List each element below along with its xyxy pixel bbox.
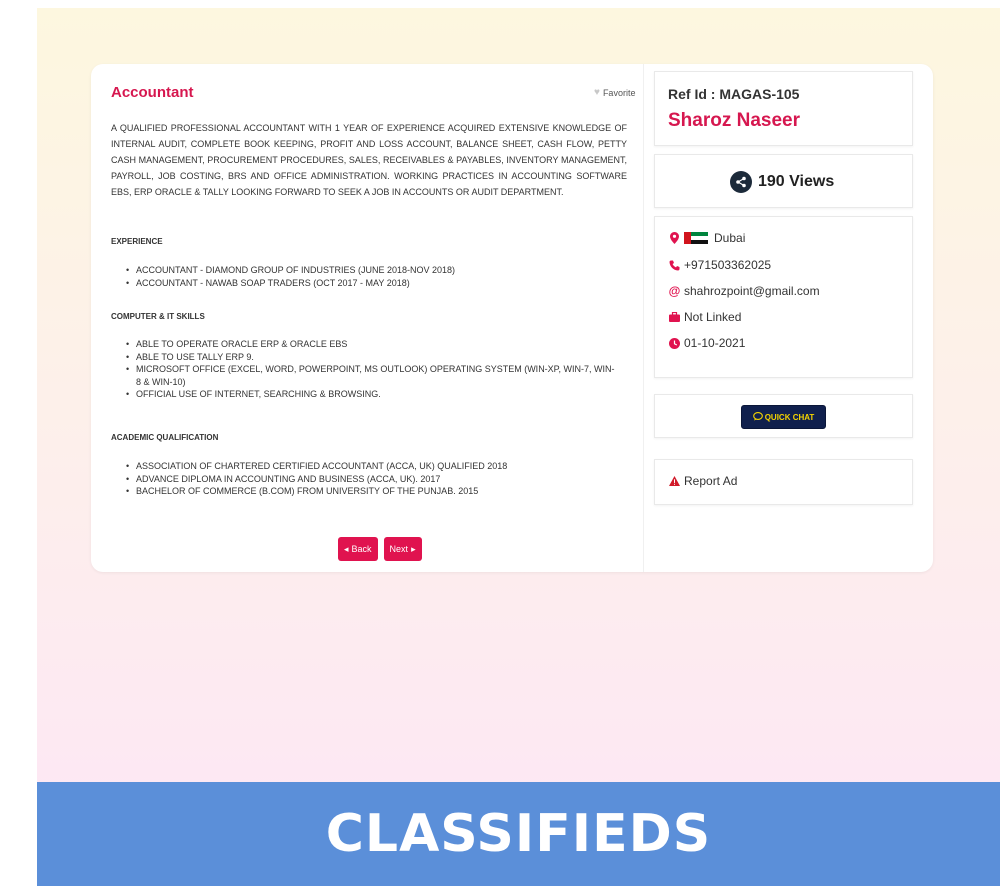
list-item: ACCOUNTANT - DIAMOND GROUP OF INDUSTRIES…: [126, 264, 616, 277]
heart-icon: ♥: [594, 87, 600, 98]
favorite-button[interactable]: ♥ Favorite: [594, 87, 635, 98]
report-ad-link[interactable]: Report Ad: [669, 474, 737, 488]
map-marker-icon: [669, 232, 680, 244]
email-row[interactable]: @ shahrozpoint@gmail.com: [669, 284, 820, 298]
section-heading-skills: COMPUTER & IT SKILLS: [111, 312, 205, 321]
classifieds-banner: CLASSIFIEDS: [37, 782, 1000, 886]
uae-flag-icon: [684, 232, 708, 244]
list-item: ASSOCIATION OF CHARTERED CERTIFIED ACCOU…: [126, 460, 616, 473]
section-heading-experience: EXPERIENCE: [111, 237, 163, 246]
column-divider: [643, 64, 644, 572]
seller-box: Ref Id : MAGAS-105 Sharoz Naseer: [654, 71, 913, 146]
caret-left-icon: ◂: [344, 543, 349, 554]
list-item: ACCOUNTANT - NAWAB SOAP TRADERS (OCT 201…: [126, 277, 616, 290]
caret-right-icon: ▸: [411, 543, 416, 554]
chat-box: QUICK CHAT: [654, 394, 913, 438]
section-heading-academic: ACADEMIC QUALIFICATION: [111, 433, 219, 442]
phone-row[interactable]: +971503362025: [669, 258, 771, 272]
date-text: 01-10-2021: [684, 336, 746, 350]
listing-card: Accountant ♥ Favorite A QUALIFIED PROFES…: [91, 64, 933, 572]
warning-icon: [669, 475, 680, 487]
at-icon: @: [668, 284, 681, 298]
ref-id: Ref Id : MAGAS-105: [668, 86, 800, 102]
views-count: 190 Views: [758, 173, 835, 190]
job-summary: A QUALIFIED PROFESSIONAL ACCOUNTANT WITH…: [111, 123, 627, 197]
job-title: Accountant: [111, 84, 194, 101]
academic-list: ASSOCIATION OF CHARTERED CERTIFIED ACCOU…: [126, 460, 616, 498]
list-item: BACHELOR OF COMMERCE (B.COM) FROM UNIVER…: [126, 485, 616, 498]
back-button[interactable]: ◂ Back: [338, 537, 378, 561]
views-box: 190 Views: [654, 154, 913, 208]
seller-name: Sharoz Naseer: [668, 110, 801, 131]
date-row: 01-10-2021: [669, 336, 745, 350]
location-row: Dubai: [669, 231, 745, 245]
back-label: Back: [351, 544, 372, 554]
experience-list: ACCOUNTANT - DIAMOND GROUP OF INDUSTRIES…: [126, 264, 616, 289]
skills-list: ABLE TO OPERATE ORACLE ERP & ORACLE EBS …: [126, 338, 616, 401]
list-item: OFFICIAL USE OF INTERNET, SEARCHING & BR…: [126, 388, 616, 401]
list-item: ADVANCE DIPLOMA IN ACCOUNTING AND BUSINE…: [126, 473, 616, 486]
list-item: ABLE TO OPERATE ORACLE ERP & ORACLE EBS: [126, 338, 616, 351]
favorite-label: Favorite: [602, 87, 636, 98]
phone-icon: [669, 259, 680, 271]
report-label: Report Ad: [684, 474, 738, 488]
chat-icon: [752, 411, 763, 423]
list-item: ABLE TO USE TALLY ERP 9.: [126, 351, 616, 364]
report-box: Report Ad: [654, 459, 913, 505]
email-text: shahrozpoint@gmail.com: [684, 284, 820, 298]
quick-chat-button[interactable]: QUICK CHAT: [741, 405, 826, 429]
next-label: Next: [389, 544, 409, 554]
clock-icon: [669, 337, 680, 349]
list-item: MICROSOFT OFFICE (EXCEL, WORD, POWERPOIN…: [126, 363, 616, 388]
quick-chat-label: QUICK CHAT: [764, 412, 815, 422]
pagination: ◂ Back Next ▸: [338, 537, 422, 561]
share-icon[interactable]: [730, 171, 752, 193]
company-text: Not Linked: [684, 310, 742, 324]
location-text: Dubai: [714, 231, 746, 245]
next-button[interactable]: Next ▸: [383, 537, 422, 561]
contact-box: Dubai +971503362025 @ shahrozpoint@gmail…: [654, 216, 913, 378]
phone-text: +971503362025: [684, 258, 772, 272]
company-row: Not Linked: [669, 310, 741, 324]
views-counter: 190 Views: [730, 171, 834, 193]
briefcase-icon: [669, 311, 680, 323]
banner-title: CLASSIFIEDS: [325, 804, 712, 864]
